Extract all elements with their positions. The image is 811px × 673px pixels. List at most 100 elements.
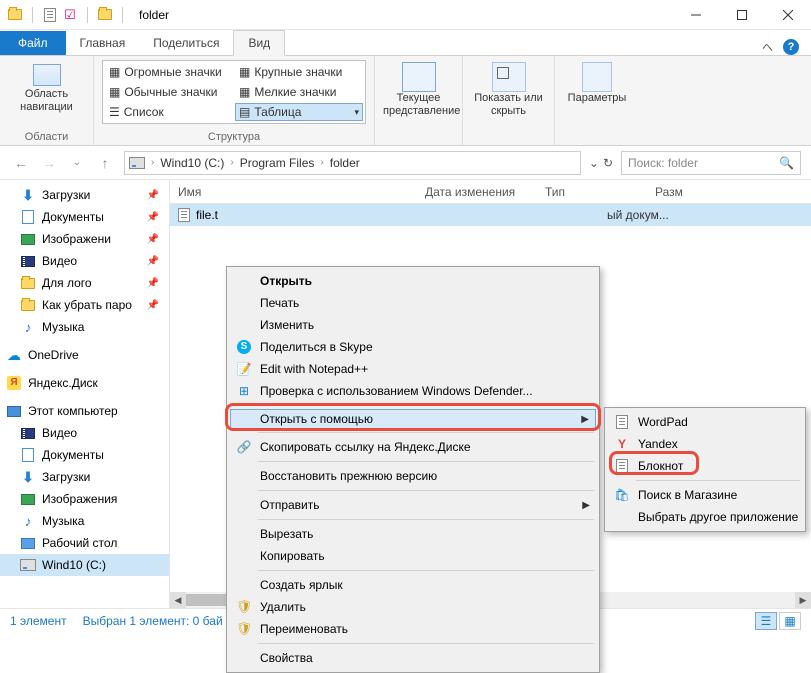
col-date[interactable]: Дата изменения <box>425 185 545 199</box>
options-icon[interactable] <box>582 62 612 92</box>
col-size[interactable]: Разм <box>655 185 811 199</box>
menu-item[interactable]: Открыть <box>230 270 596 292</box>
menu-item-icon <box>236 273 252 289</box>
sidebar-item[interactable]: Изображени📌 <box>0 228 169 250</box>
breadcrumb[interactable]: › Wind10 (C:)› Program Files› folder <box>124 151 581 175</box>
menu-item-icon: 🔗 <box>236 439 252 455</box>
sidebar-yandex-disk[interactable]: ЯЯндекс.Диск <box>0 372 169 394</box>
file-row[interactable]: file.t ый докум... <box>170 204 811 226</box>
menu-item[interactable]: Восстановить прежнюю версию <box>230 465 596 487</box>
menu-item[interactable]: 🛡 Переименовать <box>230 618 596 640</box>
menu-item[interactable]: Свойства <box>230 647 596 669</box>
current-view-icon[interactable] <box>402 62 436 92</box>
column-headers[interactable]: Имя Дата изменения Тип Разм <box>170 180 811 204</box>
menu-item[interactable]: ⊞ Проверка с использованием Windows Defe… <box>230 380 596 402</box>
tab-view[interactable]: Вид <box>233 30 285 56</box>
ribbon-tabs: Файл Главная Поделиться Вид へ ? <box>0 30 811 56</box>
menu-separator <box>258 405 594 406</box>
maximize-button[interactable] <box>719 0 765 30</box>
bc-seg-1[interactable]: Program Files <box>240 156 315 170</box>
tab-home[interactable]: Главная <box>66 31 140 55</box>
menu-item-icon: 🛍 <box>614 487 630 503</box>
menu-separator <box>258 490 594 491</box>
submenu-item[interactable]: Блокнот <box>608 455 802 477</box>
menu-item[interactable]: Отправить ▶ <box>230 494 596 516</box>
help-icon[interactable]: ? <box>783 39 799 55</box>
menu-item-icon <box>614 458 630 474</box>
menu-item[interactable]: 🛡 Удалить <box>230 596 596 618</box>
text-file-icon <box>178 208 190 222</box>
sidebar-item[interactable]: ♪Музыка <box>0 316 169 338</box>
breadcrumb-dropdown-icon[interactable]: ⌄ <box>589 156 599 170</box>
menu-item-icon <box>236 526 252 542</box>
show-hide-icon[interactable] <box>492 62 526 92</box>
titlebar: ☑ folder <box>0 0 811 30</box>
sidebar-item[interactable]: Wind10 (C:) <box>0 554 169 576</box>
sidebar-item[interactable]: Видео <box>0 422 169 444</box>
layout-huge[interactable]: ▦Огромные значки <box>105 63 233 81</box>
qat-folder-icon <box>96 6 114 24</box>
sidebar-item[interactable]: Изображения <box>0 488 169 510</box>
menu-item-icon <box>236 548 252 564</box>
menu-item-icon <box>236 497 252 513</box>
menu-item[interactable]: S Поделиться в Skype <box>230 336 596 358</box>
refresh-icon[interactable]: ↻ <box>603 156 613 170</box>
menu-separator <box>258 432 594 433</box>
tab-share[interactable]: Поделиться <box>139 31 233 55</box>
drive-icon <box>129 155 145 171</box>
search-input[interactable]: Поиск: folder 🔍 <box>621 151 801 175</box>
menu-item[interactable]: 🔗 Скопировать ссылку на Яндекс.Диске <box>230 436 596 458</box>
sidebar-item[interactable]: ⬇Загрузки <box>0 466 169 488</box>
sidebar-this-pc[interactable]: Этот компьютер <box>0 400 169 422</box>
menu-item[interactable]: Копировать <box>230 545 596 567</box>
sidebar-item[interactable]: ♪Музыка <box>0 510 169 532</box>
menu-item[interactable]: Изменить <box>230 314 596 336</box>
sidebar-item[interactable]: Видео📌 <box>0 250 169 272</box>
col-type[interactable]: Тип <box>545 185 655 199</box>
ribbon-group-panes: Область навигации Области <box>0 56 94 145</box>
close-button[interactable] <box>765 0 811 30</box>
sidebar-item[interactable]: Для лого📌 <box>0 272 169 294</box>
scroll-right-button[interactable]: ▶ <box>795 592 811 608</box>
submenu-item[interactable]: WordPad <box>608 411 802 433</box>
nav-back-button[interactable]: ← <box>10 152 32 174</box>
layout-details[interactable]: ▤Таблица▾ <box>235 103 363 121</box>
submenu-item[interactable]: Выбрать другое приложение <box>608 506 802 528</box>
details-view-toggle[interactable]: ☰ <box>755 612 777 630</box>
layout-large[interactable]: ▦Крупные значки <box>235 63 363 81</box>
menu-item[interactable]: Печать <box>230 292 596 314</box>
col-name[interactable]: Имя <box>170 185 425 199</box>
menu-separator <box>258 461 594 462</box>
nav-pane-button[interactable]: Область навигации <box>8 60 85 113</box>
bc-seg-0[interactable]: Wind10 (C:) <box>160 156 224 170</box>
submenu-arrow-icon: ▶ <box>582 500 590 511</box>
nav-up-button[interactable]: ↑ <box>94 152 116 174</box>
scroll-left-button[interactable]: ◀ <box>170 592 186 608</box>
qat-checkbox-icon[interactable]: ☑ <box>61 6 79 24</box>
submenu-item[interactable]: 🛍 Поиск в Магазине <box>608 484 802 506</box>
sidebar-item[interactable]: ⬇Загрузки📌 <box>0 184 169 206</box>
minimize-button[interactable] <box>673 0 719 30</box>
sidebar-onedrive[interactable]: ☁OneDrive <box>0 344 169 366</box>
nav-history-button[interactable]: ⌄ <box>66 152 88 174</box>
layout-list[interactable]: ☰Список <box>105 103 233 121</box>
tab-file[interactable]: Файл <box>0 31 66 55</box>
layout-small[interactable]: ▦Мелкие значки <box>235 83 363 101</box>
window-title: folder <box>139 8 169 22</box>
bc-seg-2[interactable]: folder <box>330 156 360 170</box>
menu-item[interactable]: Создать ярлык <box>230 574 596 596</box>
sidebar-item[interactable]: Документы📌 <box>0 206 169 228</box>
menu-separator <box>636 480 800 481</box>
menu-item[interactable]: 📝 Edit with Notepad++ <box>230 358 596 380</box>
menu-item[interactable]: Открыть с помощью ▶ <box>230 409 596 429</box>
menu-item[interactable]: Вырезать <box>230 523 596 545</box>
layout-medium[interactable]: ▦Обычные значки <box>105 83 233 101</box>
nav-forward-button[interactable]: → <box>38 152 60 174</box>
collapse-ribbon-icon[interactable]: へ <box>762 39 773 55</box>
sidebar-item[interactable]: Рабочий стол <box>0 532 169 554</box>
qat-properties-icon[interactable] <box>41 6 59 24</box>
thumbnails-view-toggle[interactable]: ▦ <box>779 612 801 630</box>
submenu-item[interactable]: Y Yandex <box>608 433 802 455</box>
sidebar-item[interactable]: Как убрать паро📌 <box>0 294 169 316</box>
sidebar-item[interactable]: Документы <box>0 444 169 466</box>
